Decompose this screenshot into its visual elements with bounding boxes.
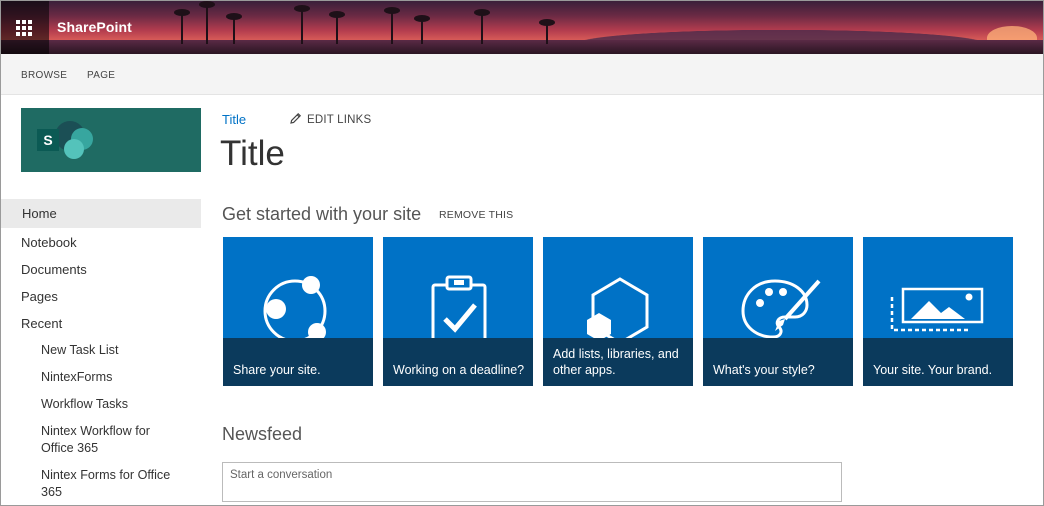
sharepoint-page: SharePoint BROWSE PAGE S Home Notebook D… xyxy=(0,0,1044,506)
remove-this-link[interactable]: REMOVE THIS xyxy=(439,209,513,221)
tile-deadline[interactable]: Working on a deadline? xyxy=(383,237,533,386)
nav-item-documents[interactable]: Documents xyxy=(21,262,87,277)
pencil-icon xyxy=(290,112,302,124)
header-horizon xyxy=(1,40,1043,54)
palm-silhouette xyxy=(174,9,190,44)
app-launcher-icon[interactable] xyxy=(1,1,49,54)
nav-item-workflow-tasks[interactable]: Workflow Tasks xyxy=(41,396,128,413)
logo-letter: S xyxy=(37,129,59,151)
tab-page[interactable]: PAGE xyxy=(87,70,115,81)
waffle-dots xyxy=(16,20,32,36)
palm-silhouette xyxy=(539,19,555,44)
tile-label: Share your site. xyxy=(233,363,321,377)
nav-item-notebook[interactable]: Notebook xyxy=(21,235,77,250)
nav-item-nintexforms[interactable]: NintexForms xyxy=(41,369,112,386)
tile-share-site[interactable]: Share your site. xyxy=(223,237,373,386)
edit-links-button[interactable]: EDIT LINKS xyxy=(290,112,371,126)
nav-item-new-task-list[interactable]: New Task List xyxy=(41,342,118,359)
palm-silhouette xyxy=(226,13,242,44)
app-name[interactable]: SharePoint xyxy=(57,19,132,35)
palm-silhouette xyxy=(199,1,215,44)
tile-label: What's your style? xyxy=(713,363,815,377)
palm-silhouette xyxy=(329,11,345,44)
nav-item-nintex-workflow[interactable]: Nintex Workflow for Office 365 xyxy=(41,423,150,457)
tile-brand[interactable]: Your site. Your brand. xyxy=(863,237,1013,386)
get-started-heading: Get started with your site xyxy=(222,204,422,224)
tab-browse[interactable]: BROWSE xyxy=(21,70,67,81)
palm-silhouette xyxy=(294,5,310,44)
nav-item-home[interactable]: Home xyxy=(1,199,201,228)
edit-links-label: EDIT LINKS xyxy=(307,114,372,126)
suite-bar: SharePoint xyxy=(1,1,1043,54)
logo-circle xyxy=(64,139,84,159)
palm-silhouette xyxy=(414,15,430,44)
nav-item-pages[interactable]: Pages xyxy=(21,289,58,304)
tile-label: Working on a deadline? xyxy=(393,363,525,377)
ribbon: BROWSE PAGE xyxy=(1,54,1043,95)
add-apps-icon xyxy=(587,277,649,338)
tile-add-apps[interactable]: Add lists, libraries, and other apps. xyxy=(543,237,693,386)
tile-label: Add lists, libraries, and other apps. xyxy=(553,347,679,377)
nav-item-nintex-forms[interactable]: Nintex Forms for Office 365 xyxy=(41,467,170,501)
newsfeed-heading: Newsfeed xyxy=(222,424,303,444)
palm-silhouette xyxy=(474,9,490,44)
share-icon xyxy=(263,276,327,338)
sharepoint-logo-icon[interactable]: S xyxy=(21,108,201,172)
site-brand-icon xyxy=(890,287,984,332)
page-title: Title xyxy=(220,134,285,173)
clipboard-check-icon xyxy=(431,275,487,338)
breadcrumb-title[interactable]: Title xyxy=(222,112,246,127)
nav-item-recent[interactable]: Recent xyxy=(21,316,62,331)
tile-label: Your site. Your brand. xyxy=(873,363,993,377)
tile-style[interactable]: What's your style? xyxy=(703,237,853,386)
palm-silhouette xyxy=(384,7,400,44)
palette-icon xyxy=(741,279,821,338)
start-conversation-input[interactable] xyxy=(222,462,842,502)
